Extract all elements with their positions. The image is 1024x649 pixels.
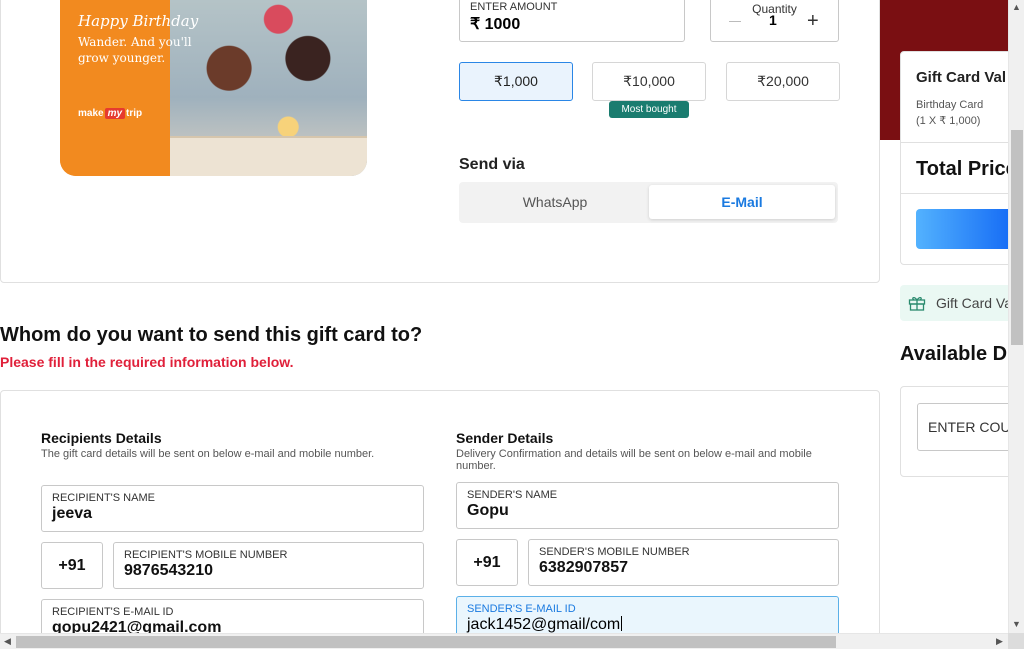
recipient-name-value: jeeva bbox=[52, 505, 93, 522]
sender-name-field[interactable]: SENDER'S NAME Gopu bbox=[456, 482, 839, 529]
sender-name-label: SENDER'S NAME bbox=[467, 489, 558, 501]
sender-details-heading: Sender Details bbox=[456, 430, 554, 446]
recipient-email-value: gopu2421@gmail.com bbox=[52, 619, 222, 633]
scroll-left-arrow-icon[interactable]: ◀ bbox=[4, 636, 11, 647]
quantity-increase-button[interactable]: + bbox=[807, 11, 819, 31]
recipient-email-field[interactable]: RECIPIENT'S E-MAIL ID gopu2421@gmail.com bbox=[41, 599, 424, 633]
scroll-up-arrow-icon[interactable]: ▲ bbox=[1012, 2, 1021, 12]
quantity-value: 1 bbox=[769, 12, 777, 28]
sender-mobile-field[interactable]: SENDER'S MOBILE NUMBER 6382907857 bbox=[528, 539, 839, 586]
coupon-code-input[interactable]: ENTER COUP bbox=[917, 403, 1008, 451]
divider bbox=[901, 142, 1008, 143]
coupon-card: ENTER COUP bbox=[900, 386, 1008, 477]
recipient-mobile-label: RECIPIENT'S MOBILE NUMBER bbox=[124, 549, 288, 561]
sender-name-value: Gopu bbox=[467, 502, 509, 519]
gift-icon bbox=[908, 297, 926, 311]
amount-label: ENTER AMOUNT bbox=[470, 1, 558, 13]
sender-email-value-wrap: jack1452@gmail/com bbox=[467, 616, 828, 633]
most-bought-badge: Most bought bbox=[609, 101, 689, 118]
price-summary-card: Gift Card Val Birthday Card (1 X ₹ 1,000… bbox=[900, 51, 1008, 265]
denomination-10000-button[interactable]: ₹10,000 bbox=[592, 62, 706, 101]
denomination-20000-button[interactable]: ₹20,000 bbox=[726, 62, 840, 101]
recipient-details-description: The gift card details will be sent on be… bbox=[41, 448, 375, 460]
price-item-quantity: (1 X ₹ 1,000) bbox=[916, 115, 981, 127]
gift-card-value-strip-label: Gift Card Va bbox=[936, 295, 1008, 311]
sender-email-label: SENDER'S E-MAIL ID bbox=[467, 603, 576, 615]
amount-value: ₹ 1000 bbox=[470, 16, 521, 33]
sender-country-code[interactable]: +91 bbox=[456, 539, 518, 586]
recipient-name-label: RECIPIENT'S NAME bbox=[52, 492, 155, 504]
sender-details-description: Delivery Confirmation and details will b… bbox=[456, 448, 812, 472]
gift-card-value-title: Gift Card Val bbox=[916, 69, 1007, 86]
recipient-mobile-field[interactable]: RECIPIENT'S MOBILE NUMBER 9876543210 bbox=[113, 542, 424, 589]
send-via-title: Send via bbox=[459, 156, 525, 173]
send-via-whatsapp-option[interactable]: WhatsApp bbox=[462, 185, 648, 219]
recipient-name-field[interactable]: RECIPIENT'S NAME jeeva bbox=[41, 485, 424, 532]
price-item-details: Birthday Card (1 X ₹ 1,000) bbox=[916, 97, 983, 129]
amount-input[interactable]: ENTER AMOUNT ₹ 1000 bbox=[459, 0, 685, 42]
horizontal-scrollbar-thumb[interactable] bbox=[16, 636, 836, 648]
scroll-down-arrow-icon[interactable]: ▼ bbox=[1012, 619, 1021, 629]
sender-mobile-label: SENDER'S MOBILE NUMBER bbox=[539, 546, 690, 558]
makemytrip-logo: make my trip bbox=[78, 108, 143, 119]
sender-email-value: jack1452@gmail/com bbox=[467, 616, 621, 633]
send-via-email-option[interactable]: E-Mail bbox=[649, 185, 835, 219]
quantity-decrease-button[interactable] bbox=[729, 21, 741, 22]
gift-card-tagline: Wander. And you'll grow younger. bbox=[78, 35, 192, 65]
recipient-country-code[interactable]: +91 bbox=[41, 542, 103, 589]
proceed-button[interactable] bbox=[916, 209, 1008, 249]
required-info-notice: Please fill in the required information … bbox=[0, 354, 294, 370]
recipient-mobile-value: 9876543210 bbox=[124, 562, 213, 579]
text-cursor bbox=[621, 616, 623, 631]
page: Happy Birthday Wander. And you'll grow y… bbox=[0, 0, 1008, 633]
total-price-label: Total Price bbox=[916, 158, 1008, 180]
recipient-email-label: RECIPIENT'S E-MAIL ID bbox=[52, 606, 174, 618]
celebration-photo bbox=[170, 0, 367, 176]
vertical-scrollbar-thumb[interactable] bbox=[1011, 130, 1023, 345]
vertical-scrollbar[interactable]: ▲ ▼ bbox=[1008, 0, 1024, 633]
scrollbar-corner bbox=[1008, 633, 1024, 649]
gift-card-greeting: Happy Birthday bbox=[78, 12, 199, 30]
scroll-right-arrow-icon[interactable]: ▶ bbox=[996, 636, 1003, 647]
divider bbox=[901, 193, 1008, 194]
recipient-section-title: Whom do you want to send this gift card … bbox=[0, 324, 423, 346]
quantity-stepper: Quantity 1 + bbox=[710, 0, 839, 42]
gift-card-image: Happy Birthday Wander. And you'll grow y… bbox=[60, 0, 367, 176]
send-via-toggle: WhatsApp E-Mail bbox=[459, 182, 838, 223]
recipient-details-heading: Recipients Details bbox=[41, 430, 162, 446]
available-discounts-title: Available Di bbox=[900, 343, 1008, 365]
price-item-name: Birthday Card bbox=[916, 99, 984, 111]
gift-card-value-strip[interactable]: Gift Card Va bbox=[900, 285, 1008, 321]
sender-mobile-value: 6382907857 bbox=[539, 559, 628, 576]
sender-email-field[interactable]: SENDER'S E-MAIL ID jack1452@gmail/com bbox=[456, 596, 839, 633]
horizontal-scrollbar[interactable]: ◀ ▶ bbox=[0, 633, 1008, 649]
denomination-1000-button[interactable]: ₹1,000 bbox=[459, 62, 573, 101]
